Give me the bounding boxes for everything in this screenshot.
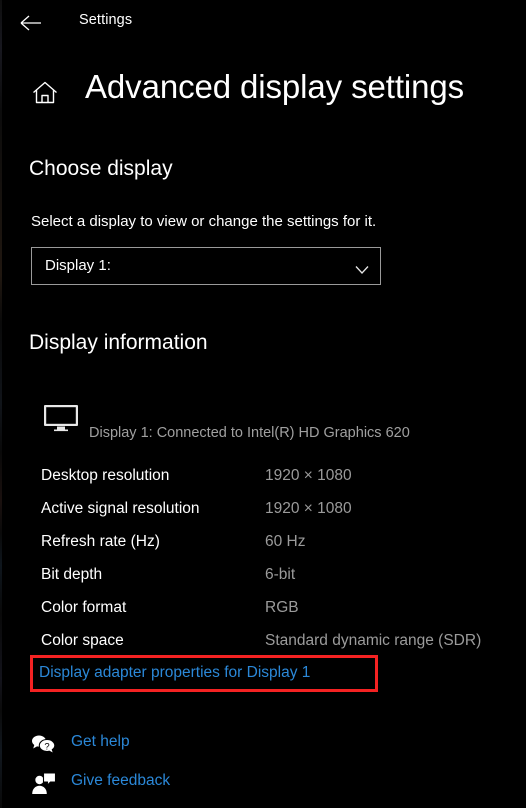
info-value: Standard dynamic range (SDR) [265, 632, 482, 649]
table-row: Color format RGB [0, 595, 526, 628]
back-button[interactable] [10, 5, 52, 41]
home-icon[interactable] [30, 78, 60, 108]
choose-display-subtitle: Select a display to view or change the s… [31, 213, 377, 230]
feedback-person-icon [30, 771, 58, 797]
chevron-down-icon [355, 262, 369, 274]
titlebar-label: Settings [79, 12, 133, 28]
table-row: Refresh rate (Hz) 60 Hz [0, 529, 526, 562]
give-feedback-link[interactable]: Give feedback [71, 772, 170, 790]
info-value: RGB [265, 599, 299, 616]
help-bubbles-icon: ? [30, 732, 58, 758]
info-label: Active signal resolution [41, 500, 200, 517]
display-select-value: Display 1: [45, 257, 111, 274]
table-row: Active signal resolution 1920 × 1080 [0, 496, 526, 529]
page-header: Advanced display settings [0, 66, 526, 122]
display-information-heading: Display information [29, 331, 208, 354]
info-label: Color space [41, 632, 124, 649]
info-value: 1920 × 1080 [265, 467, 352, 484]
display-select-dropdown[interactable]: Display 1: [31, 247, 381, 285]
info-value: 1920 × 1080 [265, 500, 352, 517]
title-bar: Settings [0, 0, 526, 46]
page-title: Advanced display settings [85, 68, 465, 105]
display-info-table: Desktop resolution 1920 × 1080 Active si… [0, 463, 526, 661]
choose-display-heading: Choose display [29, 157, 173, 180]
monitor-icon [43, 404, 79, 432]
adapter-properties-highlight-box: Display adapter properties for Display 1 [30, 655, 378, 692]
back-arrow-icon [19, 14, 43, 32]
table-row: Bit depth 6-bit [0, 562, 526, 595]
display-connection-text: Display 1: Connected to Intel(R) HD Grap… [89, 425, 410, 441]
info-label: Bit depth [41, 566, 103, 583]
info-label: Color format [41, 599, 127, 616]
info-value: 6-bit [265, 566, 296, 583]
display-adapter-properties-link[interactable]: Display adapter properties for Display 1 [39, 664, 310, 682]
table-row: Desktop resolution 1920 × 1080 [0, 463, 526, 496]
info-label: Refresh rate (Hz) [41, 533, 160, 550]
info-value: 60 Hz [265, 533, 306, 550]
info-label: Desktop resolution [41, 467, 170, 484]
svg-text:?: ? [44, 741, 49, 752]
get-help-link[interactable]: Get help [71, 733, 130, 751]
